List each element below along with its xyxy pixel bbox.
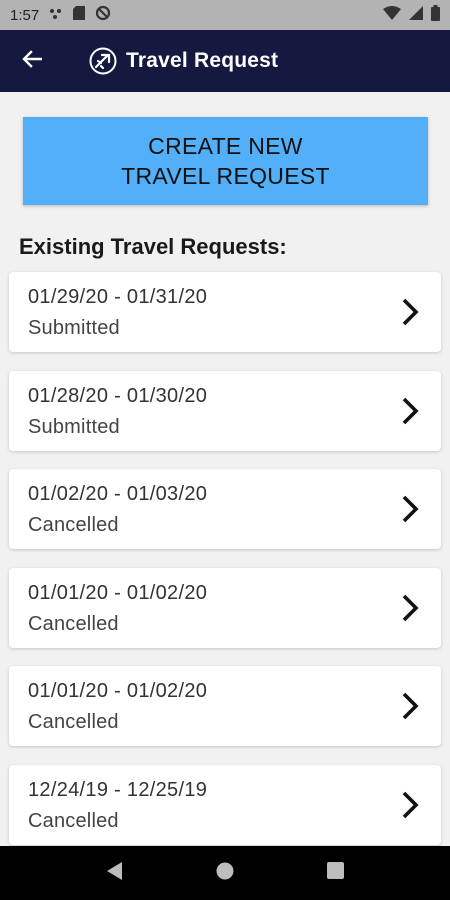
nav-back-button[interactable] xyxy=(95,853,135,893)
chevron-right-icon xyxy=(399,592,421,624)
request-dates: 01/28/20 - 01/30/20 xyxy=(28,384,208,407)
list-item[interactable]: 12/24/19 - 12/25/19 Cancelled xyxy=(9,764,441,845)
home-circle-icon xyxy=(216,862,234,885)
request-status: Submitted xyxy=(28,415,120,438)
request-dates: 01/02/20 - 01/03/20 xyxy=(28,483,208,505)
system-nav-bar xyxy=(0,846,450,900)
nav-home-button[interactable] xyxy=(205,853,245,893)
create-travel-request-button[interactable]: CREATE NEW TRAVEL REQUEST xyxy=(23,117,428,205)
request-status: Cancelled xyxy=(28,514,119,536)
wifi-icon xyxy=(383,6,401,24)
section-heading: Existing Travel Requests: xyxy=(19,234,287,259)
list-item[interactable]: 01/28/20 - 01/30/20 Submitted xyxy=(9,370,441,451)
list-item[interactable]: 01/01/20 - 01/02/20 Cancelled xyxy=(9,666,441,746)
nav-recents-button[interactable] xyxy=(315,853,355,893)
sd-card-icon xyxy=(73,6,86,24)
chevron-right-icon xyxy=(399,789,421,821)
request-dates: 01/29/20 - 01/31/20 xyxy=(28,286,208,308)
request-list: 01/29/20 - 01/31/20 Submitted 01/28/20 -… xyxy=(9,272,441,846)
status-time: 1:57 xyxy=(10,6,40,24)
list-item[interactable]: 01/02/20 - 01/03/20 Cancelled xyxy=(9,469,441,549)
back-triangle-icon xyxy=(107,861,123,885)
app-bar: Travel Request xyxy=(0,30,450,92)
airplane-badge-icon xyxy=(86,44,120,78)
status-bar: 1:57 xyxy=(0,0,450,30)
chevron-right-icon xyxy=(399,296,421,328)
request-dates: 01/01/20 - 01/02/20 xyxy=(28,581,208,604)
chevron-right-icon xyxy=(399,493,421,525)
request-status: Cancelled xyxy=(28,809,119,832)
battery-icon xyxy=(431,5,440,25)
back-button[interactable] xyxy=(0,30,64,92)
list-item[interactable]: 01/01/20 - 01/02/20 Cancelled xyxy=(9,567,441,648)
sync-icon xyxy=(95,5,111,25)
chevron-right-icon xyxy=(399,395,421,427)
chevron-right-icon xyxy=(399,690,421,722)
request-status: Cancelled xyxy=(28,612,119,635)
signal-icon xyxy=(409,6,423,24)
recents-square-icon xyxy=(326,862,344,884)
notification-dots-icon xyxy=(49,7,63,24)
request-dates: 12/24/19 - 12/25/19 xyxy=(28,778,208,801)
request-status: Submitted xyxy=(28,317,120,339)
request-status: Cancelled xyxy=(28,711,119,733)
main-content[interactable]: CREATE NEW TRAVEL REQUEST Existing Trave… xyxy=(0,92,450,846)
list-item[interactable]: 01/29/20 - 01/31/20 Submitted xyxy=(9,272,441,352)
arrow-left-icon xyxy=(22,49,43,73)
request-dates: 01/01/20 - 01/02/20 xyxy=(28,680,208,702)
page-title: Travel Request xyxy=(126,49,279,72)
